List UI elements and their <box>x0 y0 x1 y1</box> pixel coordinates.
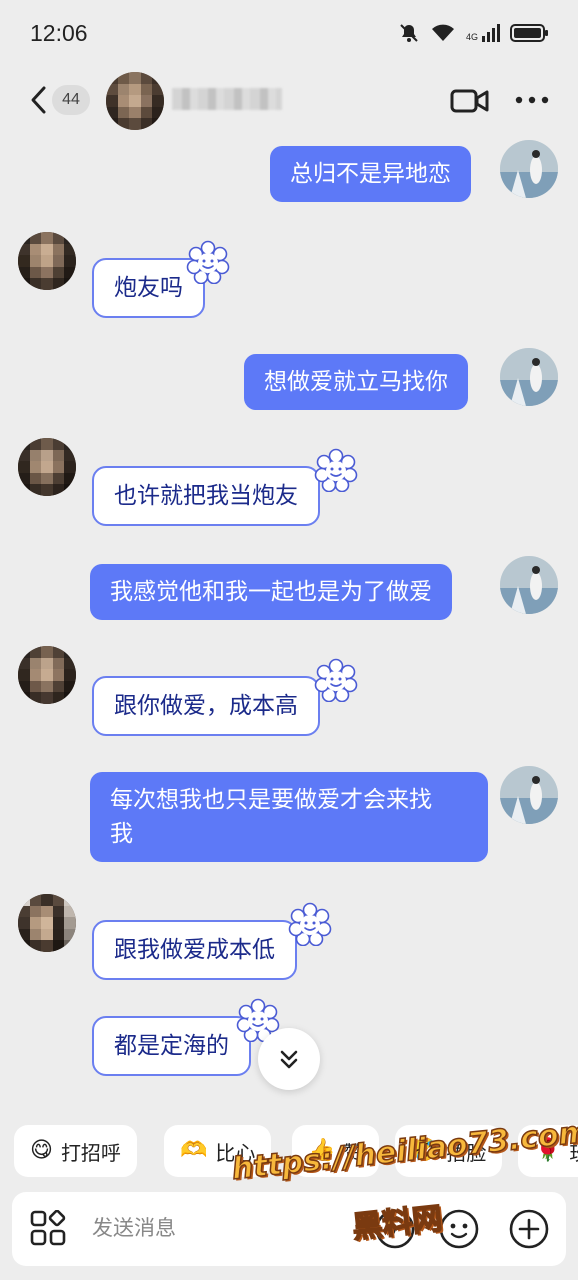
quick-reply-emoji: 🫶 <box>180 1138 208 1163</box>
voice-icon[interactable] <box>374 1208 416 1250</box>
my-avatar-image <box>500 140 558 198</box>
apps-grid-icon[interactable] <box>30 1210 66 1246</box>
message-input[interactable]: 发送消息 <box>92 1210 352 1246</box>
chat-header: 44 <box>0 68 578 134</box>
message-bubble-outgoing[interactable]: 想做爱就立马找你 <box>244 354 468 410</box>
status-time: 12:06 <box>30 20 88 46</box>
message-bubble-outgoing[interactable]: 每次想我也只是要做爱才会来找 我 <box>90 772 488 862</box>
contact-avatar-small[interactable] <box>18 232 76 290</box>
back-icon[interactable] <box>26 82 54 118</box>
quick-reply-emoji: 🌹 <box>534 1138 562 1163</box>
flower-sticker-icon <box>314 448 358 492</box>
avatar-mosaic <box>106 72 164 130</box>
quick-reply-greet[interactable]: 😋 打招呼 <box>14 1125 137 1177</box>
contact-avatar-small[interactable] <box>18 438 76 496</box>
mute-icon <box>400 24 418 42</box>
flower-sticker-icon <box>186 240 230 284</box>
quick-reply-emoji: 👍 <box>308 1138 336 1163</box>
contact-avatar[interactable] <box>106 72 164 130</box>
flower-sticker-icon <box>288 902 332 946</box>
unread-count-badge[interactable]: 44 <box>52 85 90 115</box>
message-bubble-incoming[interactable]: 也许就把我当炮友 <box>92 466 320 526</box>
status-icons: 4G <box>398 22 550 44</box>
my-avatar[interactable] <box>500 140 558 198</box>
cellular-signal-icon: 4G <box>466 24 500 42</box>
quick-reply-emoji: 🤣 <box>411 1138 439 1163</box>
message-bubble-outgoing[interactable]: 我感觉他和我一起也是为了做爱 <box>90 564 452 620</box>
chevron-double-down-icon <box>280 1050 298 1069</box>
quick-reply-heart[interactable]: 🫶 比心 <box>164 1125 272 1177</box>
avatar-mosaic <box>18 232 76 290</box>
video-call-icon[interactable] <box>450 86 490 116</box>
contact-avatar-small[interactable] <box>18 894 76 952</box>
flower-sticker-icon <box>314 658 358 702</box>
scroll-to-bottom-button[interactable] <box>258 1028 320 1090</box>
status-bar: 12:06 4G <box>0 0 578 68</box>
avatar-mosaic <box>18 894 76 952</box>
emoji-icon[interactable] <box>438 1208 480 1250</box>
quick-reply-label: 赞 <box>343 1140 364 1165</box>
avatar-mosaic <box>18 438 76 496</box>
my-avatar[interactable] <box>500 348 558 406</box>
message-bubble-outgoing[interactable]: 总归不是异地恋 <box>270 146 471 202</box>
quick-reply-like[interactable]: 👍 赞 <box>292 1125 380 1177</box>
my-avatar[interactable] <box>500 556 558 614</box>
message-bubble-incoming[interactable]: 跟我做爱成本低 <box>92 920 297 980</box>
quick-reply-label: 捂脸 <box>446 1140 487 1165</box>
my-avatar-image <box>500 348 558 406</box>
plus-icon[interactable] <box>508 1208 550 1250</box>
battery-icon <box>510 24 548 42</box>
quick-reply-label: 打招呼 <box>60 1140 121 1165</box>
wifi-icon <box>431 24 454 41</box>
network-label: 4G <box>465 32 478 42</box>
quick-reply-rose[interactable]: 🌹 玫 <box>518 1125 578 1177</box>
avatar-mosaic <box>18 646 76 704</box>
more-icon[interactable] <box>514 92 550 108</box>
contact-avatar-small[interactable] <box>18 646 76 704</box>
message-input-bar: 发送消息 <box>12 1192 566 1266</box>
message-bubble-incoming[interactable]: 都是定海的 <box>92 1016 251 1076</box>
my-avatar-image <box>500 766 558 824</box>
quick-reply-label: 玫 <box>569 1137 578 1166</box>
quick-reply-bar[interactable]: 😋 打招呼 🫶 比心 👍 赞 🤣 捂脸 🌹 玫 <box>0 1122 578 1182</box>
quick-reply-label: 比心 <box>215 1140 256 1165</box>
quick-reply-facepalm[interactable]: 🤣 捂脸 <box>395 1125 503 1177</box>
contact-name-blurred[interactable] <box>172 88 282 110</box>
my-avatar-image <box>500 556 558 614</box>
quick-reply-emoji: 😋 <box>30 1138 53 1163</box>
my-avatar[interactable] <box>500 766 558 824</box>
message-bubble-incoming[interactable]: 跟你做爱，成本高 <box>92 676 320 736</box>
message-list[interactable]: 总归不是异地恋 炮友吗 想做爱就立马找你 也许就把我当炮友 我感觉他和我一起也是… <box>0 134 578 1114</box>
